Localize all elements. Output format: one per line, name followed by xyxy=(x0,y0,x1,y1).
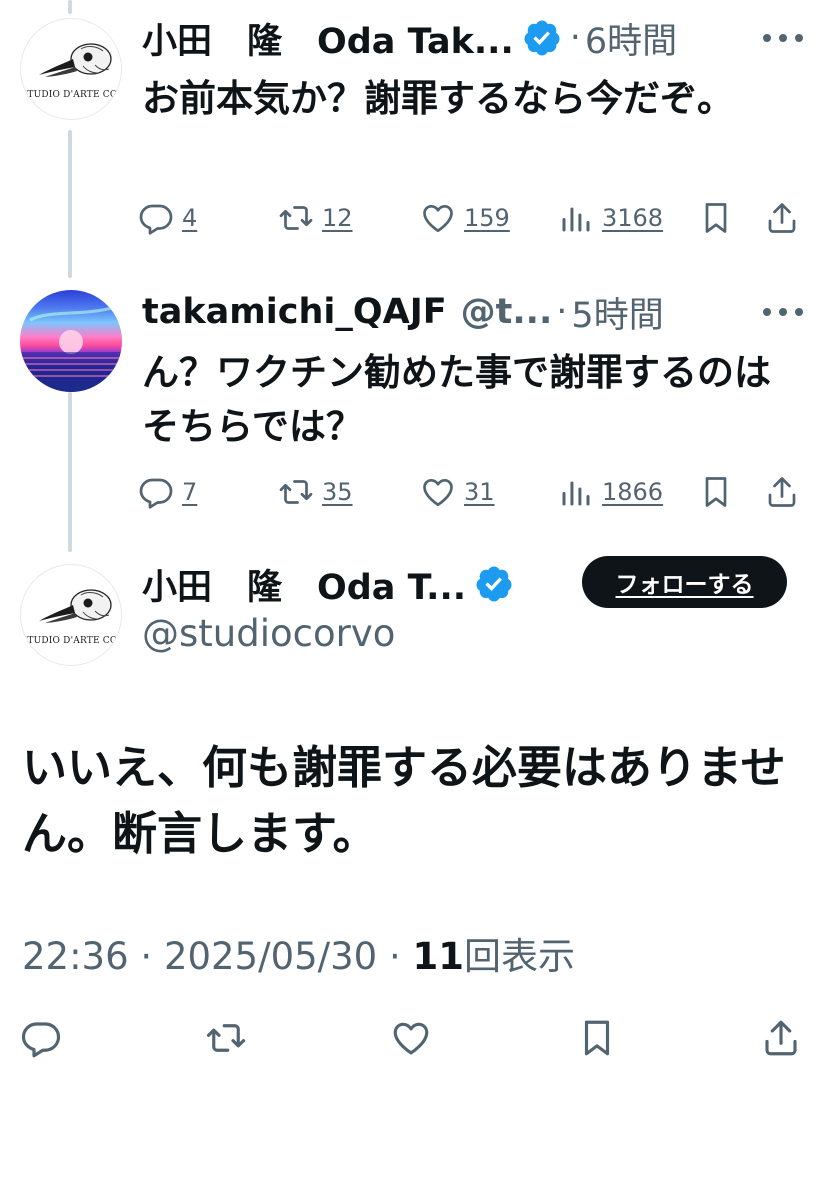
share-icon xyxy=(768,203,796,233)
display-name[interactable]: takamichi_QAJF xyxy=(142,292,447,332)
share-button[interactable] xyxy=(760,1016,802,1060)
views-count: 1866 xyxy=(602,478,664,506)
views-label: 回表示 xyxy=(464,935,575,978)
heart-icon xyxy=(423,204,453,233)
verified-badge-icon[interactable] xyxy=(474,564,514,604)
display-name[interactable]: 小田 隆 Oda T... xyxy=(142,559,466,610)
thread-line-top xyxy=(68,0,72,14)
like-button[interactable]: 31 xyxy=(420,470,495,514)
verified-badge-icon[interactable] xyxy=(522,18,562,58)
like-button[interactable] xyxy=(390,1016,432,1060)
avatar-logo-text: STUDIO D'ARTE CORVO xyxy=(21,90,121,100)
tweet-text: お前本気か？謝罪するなら今だぞ。 xyxy=(142,77,734,120)
separator: · xyxy=(140,935,153,978)
thread-line-1 xyxy=(68,130,72,278)
share-button[interactable] xyxy=(764,196,800,240)
thread-line-2 xyxy=(68,392,72,552)
tweet-time[interactable]: 22:36 xyxy=(22,935,129,978)
views-count: 3168 xyxy=(602,204,664,232)
share-icon xyxy=(765,1020,797,1056)
tweet-header: takamichi_QAJF @t... · 5時間 xyxy=(142,282,743,342)
reply-button[interactable]: 7 xyxy=(138,470,197,514)
tweet-text: ん？ワクチン勧めた事で謝罪するのはそちらでは？ xyxy=(142,351,771,448)
avatar-oda[interactable]: STUDIO D'ARTE CORVO xyxy=(20,564,122,666)
tweet-header: 小田 隆 Oda Tak... · 6時間 xyxy=(142,8,743,68)
tweet-date[interactable]: 2025/05/30 xyxy=(164,935,377,978)
heart-icon xyxy=(393,1022,429,1055)
main-tweet-actions xyxy=(0,1016,823,1064)
separator: · xyxy=(569,18,581,58)
avatar-logo-text: STUDIO D'ARTE CORVO xyxy=(21,636,121,646)
views-count: 11 xyxy=(412,935,465,978)
sunset-photo xyxy=(20,306,122,392)
heart-icon xyxy=(423,478,453,507)
like-count: 31 xyxy=(464,478,495,506)
tweet-text: いいえ、何も謝罪する必要はありません。断言します。 xyxy=(22,741,786,860)
retweet-button[interactable]: 35 xyxy=(278,470,353,514)
more-icon[interactable] xyxy=(763,304,803,320)
bookmark-button[interactable] xyxy=(698,196,734,240)
reply-button[interactable] xyxy=(20,1016,62,1060)
tweet-actions: 4 12 159 3168 xyxy=(138,196,803,240)
views-button[interactable]: 3168 xyxy=(558,196,663,240)
like-button[interactable]: 159 xyxy=(420,196,510,240)
retweet-button[interactable]: 12 xyxy=(278,196,353,240)
follow-button[interactable]: フォローする xyxy=(582,556,787,608)
crow-skull-logo xyxy=(39,589,112,623)
bookmark-icon xyxy=(705,477,727,507)
bookmark-icon xyxy=(705,203,727,233)
reply-icon xyxy=(139,478,173,509)
retweet-icon xyxy=(206,1024,246,1052)
time-ago[interactable]: 5時間 xyxy=(571,287,663,338)
views-chart-icon xyxy=(562,207,590,232)
retweet-button[interactable] xyxy=(205,1016,247,1060)
reply-count: 4 xyxy=(182,204,198,232)
user-handle[interactable]: @t... xyxy=(461,292,553,332)
time-ago[interactable]: 6時間 xyxy=(585,13,677,64)
display-name[interactable]: 小田 隆 Oda Tak... xyxy=(142,13,514,64)
reply-icon xyxy=(139,204,173,235)
retweet-icon xyxy=(279,206,313,230)
separator: · xyxy=(388,935,401,978)
share-icon xyxy=(768,477,796,507)
bookmark-button[interactable] xyxy=(576,1016,618,1060)
avatar-takamichi[interactable] xyxy=(20,290,122,392)
more-icon[interactable] xyxy=(763,30,803,46)
views-button[interactable]: 1866 xyxy=(558,470,663,514)
separator: · xyxy=(556,292,568,332)
tweet-meta: 22:36 · 2025/05/30 · 11回表示 xyxy=(22,926,575,980)
retweet-icon xyxy=(279,480,313,504)
retweet-count: 12 xyxy=(322,204,353,232)
like-count: 159 xyxy=(464,204,510,232)
retweet-count: 35 xyxy=(322,478,353,506)
crow-skull-logo xyxy=(39,43,112,77)
views-chart-icon xyxy=(562,481,590,506)
bookmark-button[interactable] xyxy=(698,470,734,514)
user-handle[interactable]: @studiocorvo xyxy=(142,612,395,655)
reply-icon xyxy=(21,1022,61,1058)
avatar-oda[interactable]: STUDIO D'ARTE CORVO xyxy=(20,18,122,120)
share-button[interactable] xyxy=(764,470,800,514)
tweet-actions: 7 35 31 1866 xyxy=(138,470,803,514)
reply-button[interactable]: 4 xyxy=(138,196,197,240)
reply-count: 7 xyxy=(182,478,198,506)
main-name-row: 小田 隆 Oda T... xyxy=(142,556,572,612)
bookmark-icon xyxy=(584,1020,610,1056)
